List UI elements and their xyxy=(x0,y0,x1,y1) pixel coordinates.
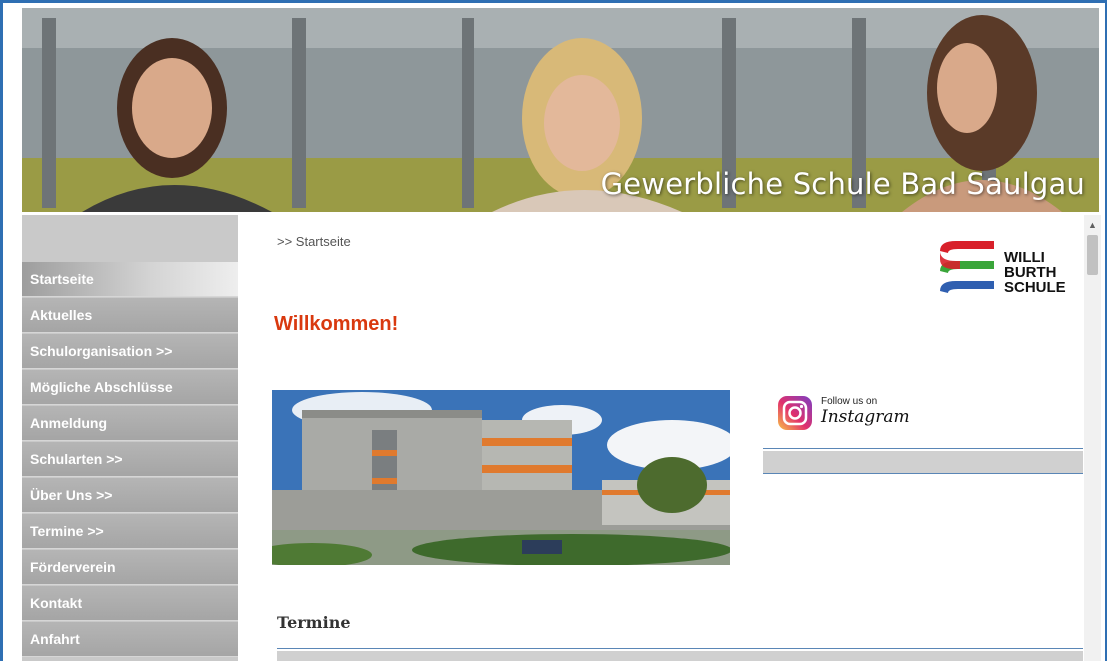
sidebar-item-schulorganisation[interactable]: Schulorganisation >> xyxy=(22,334,238,369)
sidebar-item-startseite[interactable]: Startseite xyxy=(22,262,238,297)
school-logo[interactable]: WILLI BURTH SCHULE xyxy=(936,237,1086,302)
logo-line-2: BURTH xyxy=(1004,264,1057,281)
termine-heading: Termine xyxy=(277,613,351,632)
instagram-feed-bar xyxy=(763,451,1083,474)
sidebar-item-anmeldung[interactable]: Anmeldung xyxy=(22,406,238,441)
sidebar-item-abschluesse[interactable]: Mögliche Abschlüsse xyxy=(22,370,238,405)
header-banner: Gewerbliche Schule Bad Saulgau xyxy=(22,8,1099,212)
sidebar-item-schularten[interactable]: Schularten >> xyxy=(22,442,238,477)
page-heading: Willkommen! xyxy=(274,313,399,335)
sidebar-item-termine[interactable]: Termine >> xyxy=(22,514,238,549)
site-title: Gewerbliche Schule Bad Saulgau xyxy=(600,167,1085,201)
breadcrumb[interactable]: >> Startseite xyxy=(277,234,351,249)
termine-bar xyxy=(277,651,1083,661)
chevron-up-icon[interactable]: ▲ xyxy=(1084,217,1101,233)
instagram-divider xyxy=(763,448,1083,449)
logo-stripes-icon xyxy=(940,241,994,293)
sidebar-nav: Startseite Aktuelles Schulorganisation >… xyxy=(22,215,238,661)
vertical-scrollbar[interactable]: ▲ xyxy=(1084,215,1101,661)
sidebar-item-aktuelles[interactable]: Aktuelles xyxy=(22,298,238,333)
sidebar-item-kontakt[interactable]: Kontakt xyxy=(22,586,238,621)
sidebar-item-ueber-uns[interactable]: Über Uns >> xyxy=(22,478,238,513)
logo-line-1: WILLI xyxy=(1004,249,1045,266)
termine-divider xyxy=(277,648,1083,649)
logo-line-3: SCHULE xyxy=(1004,279,1066,296)
instagram-icon xyxy=(778,396,812,430)
school-building-image xyxy=(272,390,730,565)
sidebar-item-foerderverein[interactable]: Förderverein xyxy=(22,550,238,585)
instagram-follow-link[interactable]: Follow us on Instagram xyxy=(777,393,917,435)
instagram-follow-text: Follow us on xyxy=(821,396,878,407)
sidebar-item-anfahrt[interactable]: Anfahrt xyxy=(22,622,238,657)
scrollbar-thumb[interactable] xyxy=(1087,235,1098,275)
instagram-name: Instagram xyxy=(821,407,910,427)
